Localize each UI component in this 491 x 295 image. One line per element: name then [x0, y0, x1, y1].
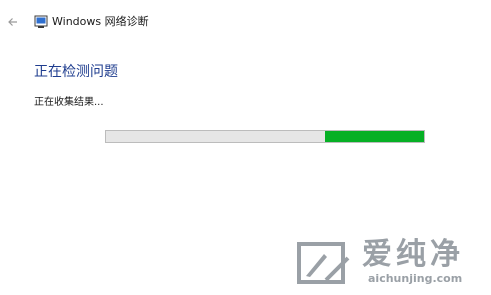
- watermark-url: aichunjing.com: [368, 272, 463, 285]
- network-diagnostics-window: Windows 网络诊断 正在检测问题 正在收集结果... 爱纯净 aichun…: [0, 0, 491, 295]
- network-diagnostics-icon: [34, 15, 48, 28]
- progress-bar: [105, 130, 425, 143]
- watermark-brand: 爱纯净: [362, 237, 464, 272]
- watermark: 爱纯净 aichunjing.com: [296, 238, 488, 290]
- window-title: Windows 网络诊断: [52, 15, 149, 28]
- title-bar: Windows 网络诊断: [0, 0, 491, 44]
- progress-bar-fill: [325, 131, 424, 142]
- page-heading: 正在检测问题: [34, 64, 118, 80]
- aichunjing-logo-icon: [297, 242, 350, 284]
- status-text: 正在收集结果...: [34, 97, 104, 108]
- back-arrow-icon: [8, 18, 17, 26]
- back-button[interactable]: [4, 12, 22, 32]
